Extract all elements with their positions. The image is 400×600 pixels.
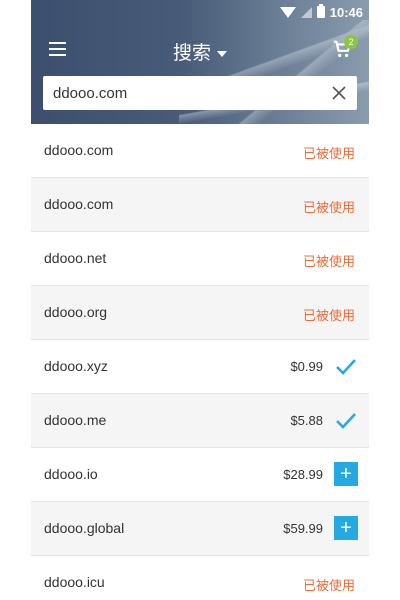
app-screen: 10:46 搜索 2 ddooo.com ddooo.com 已被使用 ddoo… — [31, 0, 369, 600]
domain-name: ddooo.icu — [44, 574, 105, 590]
domain-name: ddooo.global — [44, 520, 125, 536]
list-item[interactable]: ddooo.net 已被使用 — [31, 232, 369, 286]
domain-price: $5.88 — [290, 413, 323, 428]
list-item[interactable]: ddooo.me $5.88 — [31, 394, 369, 448]
list-item[interactable]: ddooo.xyz $0.99 — [31, 340, 369, 394]
list-item[interactable]: ddooo.com 已被使用 — [31, 178, 369, 232]
status-time: 10:46 — [329, 4, 363, 20]
domain-name: ddooo.net — [44, 250, 107, 266]
taken-status: 已被使用 — [302, 200, 355, 215]
taken-status: 已被使用 — [302, 578, 355, 593]
app-header: 10:46 搜索 2 — [31, 0, 369, 124]
cart-badge: 2 — [344, 35, 358, 49]
domain-name: ddooo.com — [44, 142, 114, 158]
domain-name: ddooo.org — [44, 304, 108, 320]
signal-icon — [300, 6, 312, 18]
list-item[interactable]: ddooo.org 已被使用 — [31, 286, 369, 340]
domain-name: ddooo.me — [44, 412, 107, 428]
cart-button[interactable]: 2 — [331, 35, 358, 62]
list-item[interactable]: ddooo.com 已被使用 — [31, 124, 369, 178]
status-bar: 10:46 — [279, 4, 363, 20]
taken-status: 已被使用 — [302, 308, 355, 323]
title-dropdown[interactable]: 搜索 — [31, 38, 369, 65]
domain-price: $28.99 — [283, 467, 323, 482]
list-item[interactable]: ddooo.io $28.99 + — [31, 448, 369, 502]
domain-price: $59.99 — [283, 521, 323, 536]
caret-down-icon — [217, 50, 227, 57]
page-title: 搜索 — [172, 43, 211, 64]
toolbar: 搜索 2 — [31, 30, 369, 70]
clear-icon[interactable] — [331, 85, 347, 101]
check-icon[interactable] — [335, 411, 357, 431]
taken-status: 已被使用 — [302, 146, 355, 161]
list-item[interactable]: ddooo.global $59.99 + — [31, 502, 369, 556]
add-to-cart-button[interactable]: + — [334, 462, 358, 486]
check-icon[interactable] — [335, 357, 357, 377]
results-list: ddooo.com 已被使用 ddooo.com 已被使用 ddooo.net … — [31, 124, 369, 600]
add-to-cart-button[interactable]: + — [334, 516, 358, 540]
search-input[interactable] — [53, 76, 313, 110]
taken-status: 已被使用 — [302, 254, 355, 269]
wifi-icon — [279, 6, 296, 18]
domain-name: ddooo.xyz — [44, 358, 108, 374]
search-box — [43, 76, 357, 110]
list-item[interactable]: ddooo.icu 已被使用 — [31, 556, 369, 600]
battery-icon — [316, 4, 325, 18]
domain-price: $0.99 — [290, 359, 323, 374]
domain-name: ddooo.com — [44, 196, 114, 212]
domain-name: ddooo.io — [44, 466, 98, 482]
